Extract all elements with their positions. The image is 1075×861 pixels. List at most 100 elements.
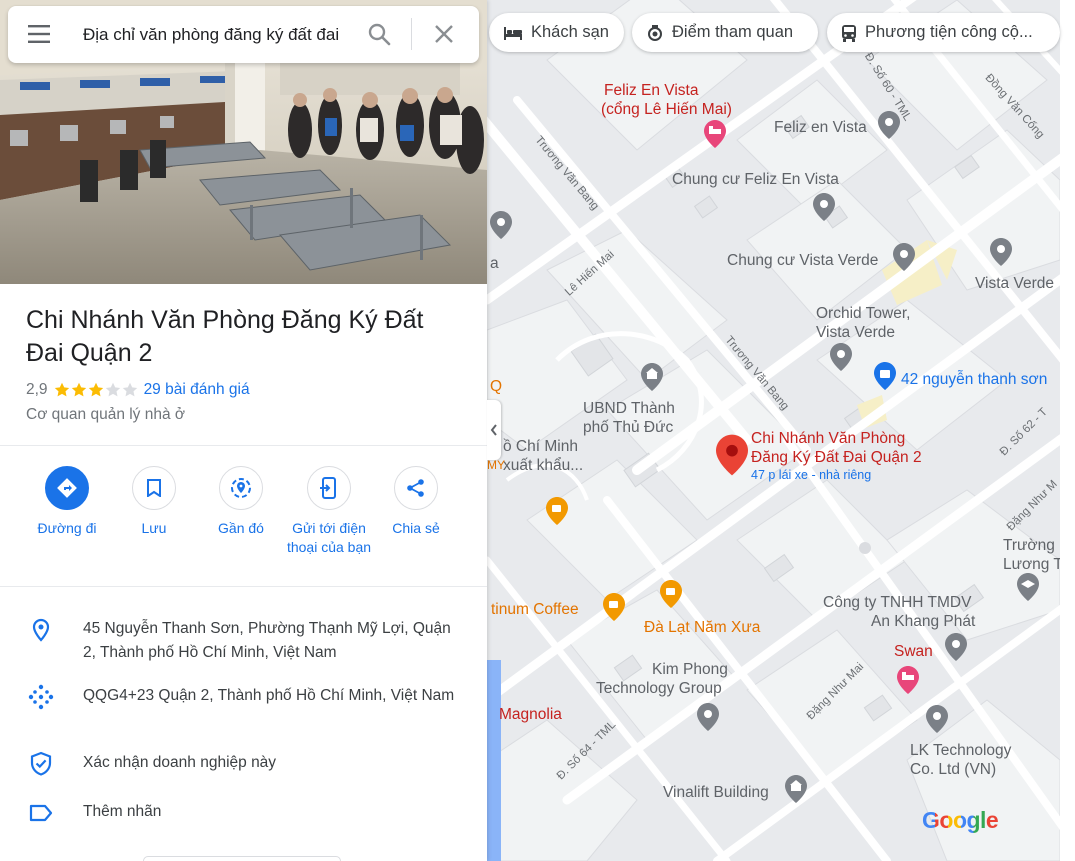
- selected-place-label[interactable]: Chi Nhánh Văn Phòng: [751, 429, 905, 448]
- nearby-icon: [231, 478, 251, 498]
- place-pin-icon[interactable]: [490, 211, 512, 239]
- selected-place-label[interactable]: Đăng Ký Đất Đai Quận 2: [751, 448, 922, 467]
- place-pin-icon[interactable]: [926, 705, 948, 733]
- action-label: Đường đi: [37, 520, 97, 536]
- google-logo-text: Google: [922, 807, 999, 833]
- poi-label[interactable]: Công ty TNHH TMDV: [823, 593, 971, 612]
- chip-attractions[interactable]: Điểm tham quan: [632, 13, 818, 52]
- directions-icon: [57, 478, 77, 498]
- search-input[interactable]: [83, 20, 353, 50]
- nearby-circle[interactable]: [219, 466, 263, 510]
- verified-shield-icon: [30, 751, 52, 776]
- claim-business-row[interactable]: Xác nhận doanh nghiệp này: [0, 751, 487, 781]
- place-pin-icon[interactable]: [990, 238, 1012, 266]
- selected-location-pin-icon[interactable]: [716, 433, 748, 477]
- shopping-pin-icon[interactable]: [874, 362, 896, 390]
- poi-label[interactable]: Kim Phong: [652, 660, 728, 679]
- place-pin-icon[interactable]: [893, 243, 915, 271]
- claim-business-text: Xác nhận doanh nghiệp này: [83, 754, 277, 771]
- poi-label[interactable]: Co. Ltd (VN): [910, 760, 996, 779]
- camera-icon: [648, 24, 662, 41]
- place-category[interactable]: Cơ quan quản lý nhà ở: [26, 406, 185, 424]
- place-pin-icon[interactable]: [878, 111, 900, 139]
- government-pin-icon[interactable]: [641, 363, 663, 391]
- chevron-left-icon: [490, 424, 497, 436]
- map-canvas[interactable]: Trương Văn Bang Lê Hiến Mai Trương Văn B…: [487, 0, 1060, 861]
- government-pin-icon[interactable]: [785, 775, 807, 803]
- poi-label[interactable]: UBND Thành: [583, 399, 675, 418]
- plus-code-row[interactable]: QQG4+23 Quận 2, Thành phố Hồ Chí Minh, V…: [0, 684, 487, 734]
- send-to-phone-icon: [320, 477, 336, 499]
- save-circle[interactable]: [132, 466, 176, 510]
- menu-button[interactable]: [28, 24, 52, 44]
- search-icon: [368, 23, 391, 46]
- poi-label[interactable]: Technology Group: [596, 679, 722, 698]
- poi-label[interactable]: Orchid Tower,: [816, 304, 910, 323]
- hotel-pin-icon[interactable]: [897, 666, 919, 694]
- poi-label[interactable]: Lương T: [1003, 555, 1060, 574]
- place-title: Chi Nhánh Văn Phòng Đăng Ký Đất Đai Quận…: [26, 306, 424, 367]
- search-button[interactable]: [367, 22, 391, 46]
- poi-label[interactable]: Chung cư Vista Verde: [727, 251, 878, 270]
- send-to-phone-circle[interactable]: [307, 466, 351, 510]
- poi-label[interactable]: LK Technology: [910, 741, 1011, 760]
- place-pin-icon[interactable]: [697, 703, 719, 731]
- chip-label: Khách sạn: [531, 23, 609, 41]
- poi-label[interactable]: Vista Verde: [975, 274, 1054, 293]
- poi-label: Q: [490, 378, 503, 395]
- poi-label[interactable]: Swan: [894, 642, 933, 661]
- poi-label[interactable]: Feliz en Vista: [774, 118, 867, 137]
- poi-label[interactable]: 42 nguyễn thanh sơn: [901, 370, 1047, 389]
- cafe-pin-icon[interactable]: [660, 580, 682, 608]
- collapse-panel-button[interactable]: [487, 400, 501, 460]
- divider: [0, 586, 487, 587]
- search-box[interactable]: [8, 6, 479, 63]
- poi-label[interactable]: tinum Coffee: [491, 600, 579, 619]
- plus-code-text: QQG4+23 Quận 2, Thành phố Hồ Chí Minh, V…: [83, 687, 455, 704]
- place-panel: Chi Nhánh Văn Phòng Đăng Ký Đất Đai Quận…: [0, 0, 487, 861]
- share-button[interactable]: Chia sẻ: [372, 466, 460, 538]
- poi-label[interactable]: Feliz En Vista: [604, 81, 698, 100]
- poi-label[interactable]: (cổng Lê Hiến Mai): [601, 100, 732, 119]
- save-button[interactable]: Lưu: [110, 466, 198, 538]
- cafe-pin-icon[interactable]: [603, 593, 625, 621]
- place-photo[interactable]: [0, 0, 487, 284]
- send-to-phone-button[interactable]: Gửi tới điện thoại của bạn: [285, 466, 373, 557]
- place-pin-icon[interactable]: [945, 633, 967, 661]
- share-circle[interactable]: [394, 466, 438, 510]
- divider: [0, 445, 487, 446]
- directions-button[interactable]: Đường đi: [23, 466, 111, 538]
- address-row[interactable]: 45 Nguyễn Thanh Sơn, Phường Thạnh Mỹ Lợi…: [0, 617, 487, 667]
- chip-hotels[interactable]: Khách sạn: [489, 13, 624, 52]
- school-pin-icon[interactable]: [1017, 573, 1039, 601]
- poi-label[interactable]: Vista Verde: [816, 323, 895, 342]
- poi-label[interactable]: Magnolia: [499, 705, 562, 724]
- place-pin-icon[interactable]: [813, 193, 835, 221]
- poi-label[interactable]: Trường: [1003, 536, 1055, 555]
- add-label-row[interactable]: Thêm nhãn: [0, 800, 487, 830]
- poi-label[interactable]: An Khang Phát: [871, 612, 975, 631]
- nearby-button[interactable]: Gần đó: [197, 466, 285, 538]
- chip-label: Điểm tham quan: [672, 23, 794, 41]
- action-label: Lưu: [141, 520, 167, 536]
- poi-label[interactable]: ồ Chí Minh: [503, 437, 578, 456]
- directions-circle[interactable]: [45, 466, 89, 510]
- cafe-pin-icon[interactable]: [546, 497, 568, 525]
- chip-transit[interactable]: Phương tiện công cộ...: [827, 13, 1060, 52]
- hotel-pin-icon[interactable]: [704, 120, 726, 148]
- poi-label[interactable]: xuất khẩu...: [503, 456, 583, 475]
- rating-value: 2,9: [26, 381, 48, 398]
- poi-label[interactable]: Đà Lạt Năm Xưa: [644, 618, 760, 637]
- clear-search-button[interactable]: [434, 24, 454, 44]
- reviews-link[interactable]: 29 bài đánh giá: [144, 381, 250, 399]
- rating-stars: [54, 382, 138, 398]
- hamburger-menu-icon: [28, 25, 50, 43]
- place-pin-icon[interactable]: [830, 343, 852, 371]
- poi-label[interactable]: Vinalift Building: [663, 783, 769, 802]
- action-label: Gần đó: [218, 520, 264, 536]
- poi-label[interactable]: Chung cư Feliz En Vista: [672, 170, 839, 189]
- action-label: Chia sẻ: [392, 520, 440, 536]
- poi-label[interactable]: phố Thủ Đức: [583, 418, 673, 437]
- close-icon: [435, 25, 453, 43]
- plus-code-icon: [28, 684, 54, 710]
